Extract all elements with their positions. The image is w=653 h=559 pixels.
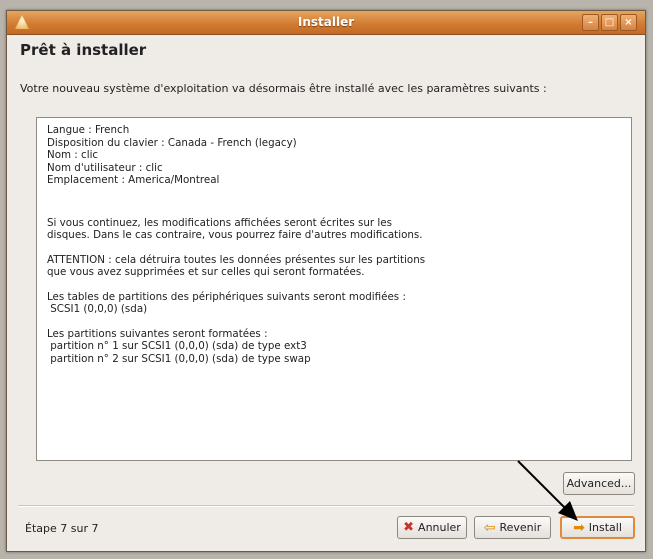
- window-title: Installer: [297, 15, 355, 29]
- partition-tables-heading: Les tables de partitions des périphériqu…: [47, 290, 406, 303]
- warning-text-line: que vous avez supprimées et sur celles q…: [47, 266, 365, 278]
- settings-summary-box[interactable]: Langue : French Disposition du clavier :…: [36, 117, 632, 461]
- cancel-button[interactable]: ✖ Annuler: [397, 516, 467, 539]
- setting-keyboard: Disposition du clavier : Canada - French…: [47, 136, 297, 149]
- warning-text-line: ATTENTION : cela détruira toutes les don…: [47, 253, 426, 266]
- format-item: partition n° 1 sur SCSI1 (0,0,0) (sda) d…: [47, 340, 307, 352]
- cancel-icon: ✖: [403, 520, 415, 535]
- partition-table-device: SCSI1 (0,0,0) (sda): [47, 303, 148, 315]
- setting-username: Nom d'utilisateur : clic: [47, 161, 163, 174]
- cancel-button-label: Annuler: [418, 521, 461, 534]
- title-bar[interactable]: Installer – □ ×: [7, 11, 645, 35]
- install-button-label: Install: [588, 521, 622, 534]
- step-indicator: Étape 7 sur 7: [25, 522, 99, 535]
- continue-text-line: disques. Dans le cas contraire, vous pou…: [47, 229, 423, 241]
- format-heading: Les partitions suivantes seront formatée…: [47, 327, 268, 340]
- page-title: Prêt à installer: [20, 41, 147, 59]
- back-arrow-icon: ⇦: [483, 519, 496, 536]
- format-item: partition n° 2 sur SCSI1 (0,0,0) (sda) d…: [47, 352, 311, 365]
- setting-language: Langue : French: [47, 124, 130, 136]
- setting-name: Nom : clic: [47, 149, 99, 161]
- maximize-icon[interactable]: □: [601, 14, 618, 31]
- minimize-icon[interactable]: –: [582, 14, 599, 31]
- setting-location: Emplacement : America/Montreal: [47, 174, 220, 186]
- close-icon[interactable]: ×: [620, 14, 637, 31]
- continue-text-line: Si vous continuez, les modifications aff…: [47, 216, 392, 229]
- annotation-arrow-icon: [517, 460, 578, 521]
- intro-text: Votre nouveau système d'exploitation va …: [20, 82, 547, 95]
